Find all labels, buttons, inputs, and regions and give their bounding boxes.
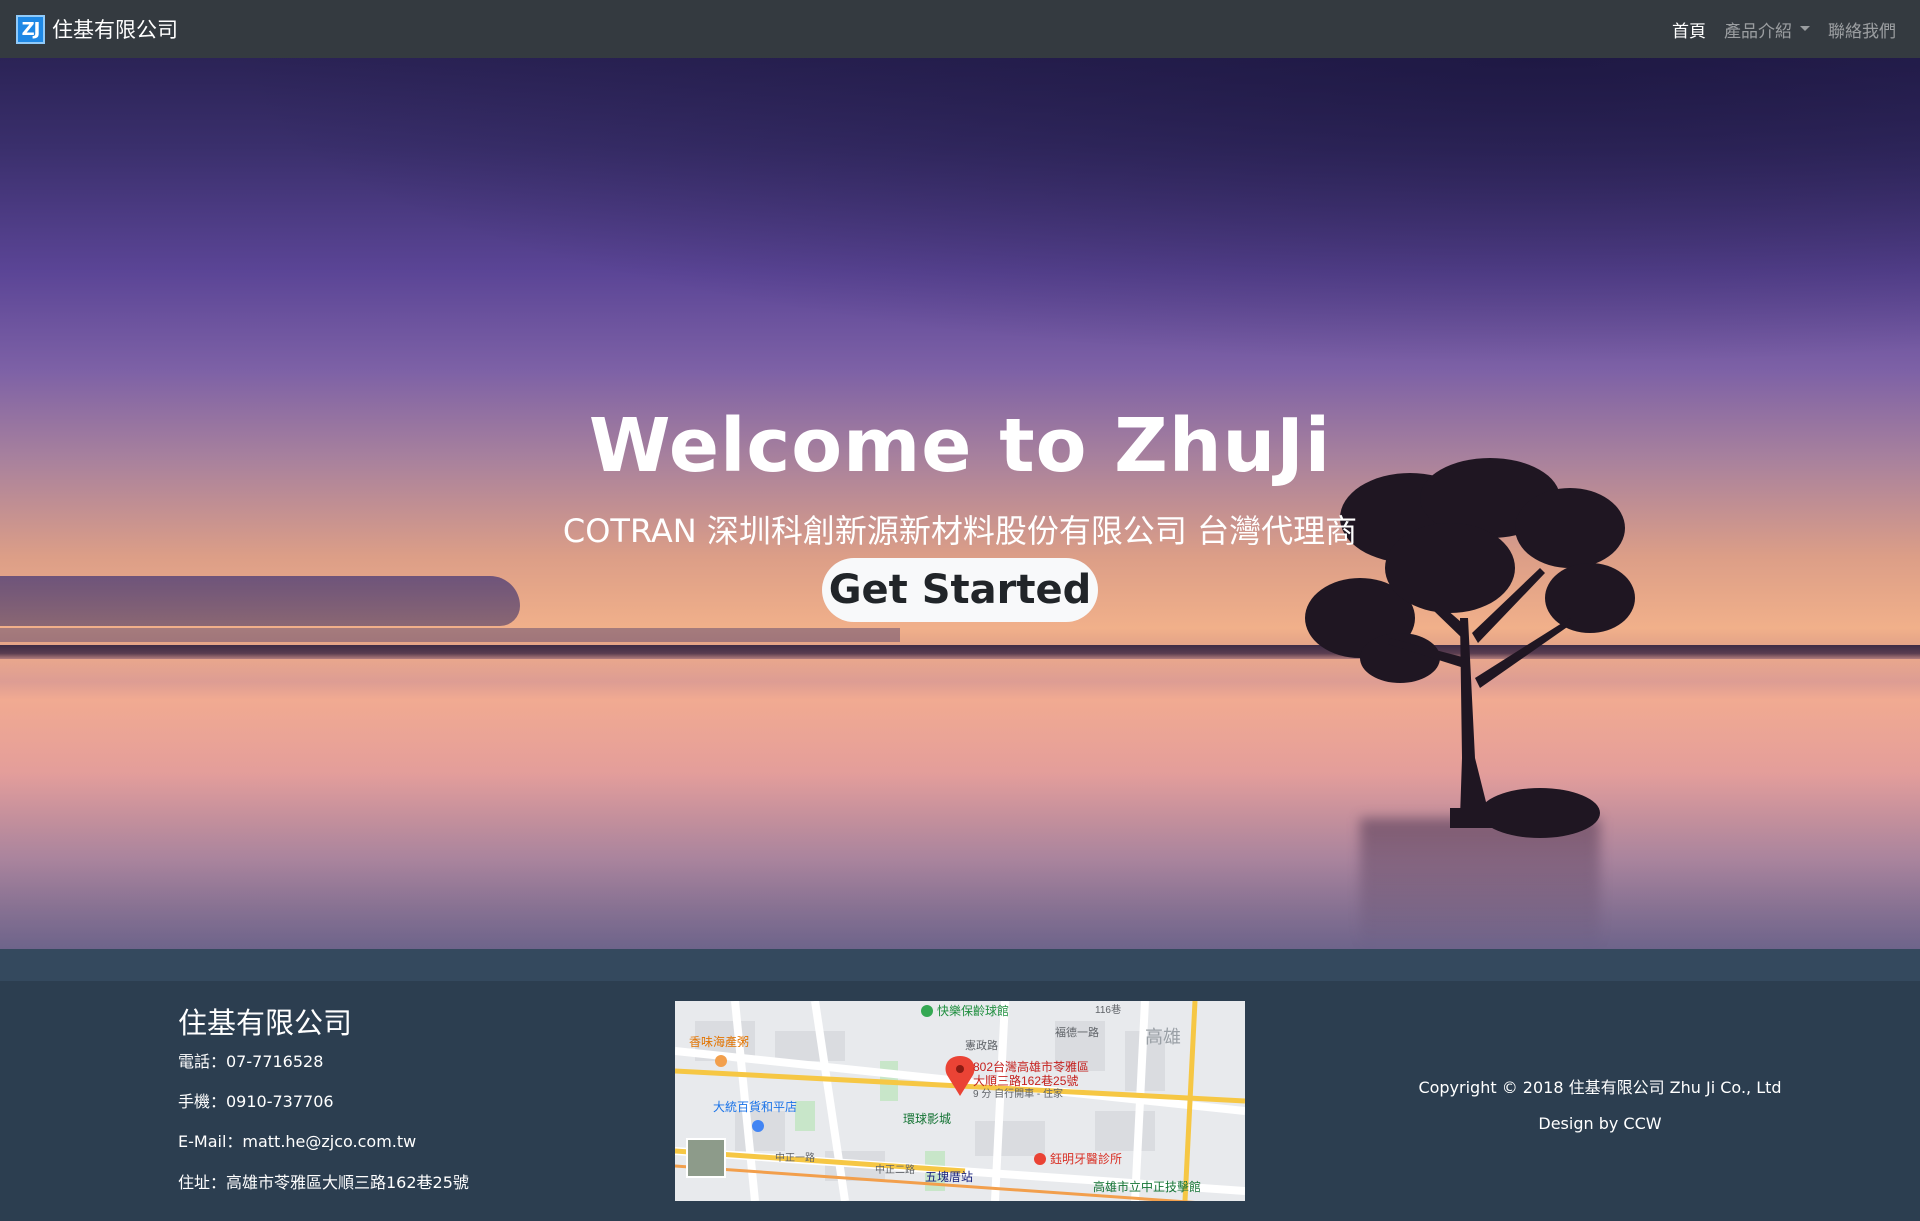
map-place-bowling: 快樂保齡球館: [937, 1003, 1009, 1018]
brand-logo-icon: ZJ: [16, 14, 45, 44]
map-canvas: 802台灣高雄市苓雅區 大順三路162巷25號 9 分 自行開車 - 住家 快樂…: [675, 1001, 1245, 1201]
nav-contact[interactable]: 聯絡我們: [1828, 17, 1896, 42]
footer-divider-band: [0, 949, 1920, 981]
map-road-1: 中正一路: [775, 1151, 815, 1164]
embedded-map[interactable]: 802台灣高雄市苓雅區 大順三路162巷25號 9 分 自行開車 - 住家 快樂…: [675, 1001, 1245, 1201]
map-place-kaohsiung: 高雄: [1145, 1027, 1181, 1047]
cloud-strip: [0, 628, 900, 642]
nav-products-dropdown[interactable]: 產品介紹: [1724, 17, 1810, 42]
nav-products-label: 產品介紹: [1724, 21, 1792, 42]
caret-down-icon: [1800, 25, 1810, 31]
nav-home[interactable]: 首頁: [1672, 17, 1706, 42]
map-place-dentist: 鈺明牙醫診所: [1050, 1151, 1122, 1166]
map-pin-sub: 9 分 自行開車 - 住家: [973, 1087, 1063, 1100]
map-place-station: 五塊厝站: [925, 1169, 973, 1184]
map-place-dept-store: 大統百貨和平店: [713, 1099, 797, 1114]
map-place-seafood: 香味海產粥: [689, 1034, 749, 1049]
hero-title: Welcome to ZhuJi: [588, 403, 1332, 489]
cloud-bank: [0, 576, 520, 626]
hero-section: Welcome to ZhuJi COTRAN 深圳科創新源新材料股份有限公司 …: [0, 58, 1920, 949]
map-road-3: 褔德一路: [1055, 1025, 1099, 1039]
brand-link[interactable]: ZJ 住基有限公司: [16, 14, 178, 44]
map-road-5: 116巷: [1095, 1004, 1121, 1016]
footer-company-name: 住基有限公司: [178, 1006, 353, 1040]
footer-mobile: 手機：0910-737706: [178, 1092, 334, 1111]
map-pin-label-1: 802台灣高雄市苓雅區: [973, 1059, 1089, 1074]
footer-design-credit: Design by CCW: [1538, 1114, 1662, 1133]
footer-address: 住址：高雄市苓雅區大順三路162巷25號: [178, 1173, 469, 1192]
hero-subtitle: COTRAN 深圳科創新源新材料股份有限公司 台灣代理商: [562, 512, 1358, 550]
nav-links: 首頁 產品介紹 聯絡我們: [1654, 0, 1896, 58]
satellite-toggle-icon: [686, 1138, 726, 1178]
map-road-4: 憲政路: [965, 1038, 998, 1052]
map-road-2: 中正二路: [875, 1163, 915, 1176]
footer-email: E-Mail：matt.he@zjco.com.tw: [178, 1132, 417, 1151]
map-place-gym: 高雄市立中正技擊館: [1093, 1179, 1201, 1194]
footer-phone: 電話：07-7716528: [178, 1052, 324, 1071]
brand-name: 住基有限公司: [52, 18, 178, 42]
footer: 住基有限公司 電話：07-7716528 手機：0910-737706 E-Ma…: [0, 981, 1920, 1221]
map-pin-label-2: 大順三路162巷25號: [973, 1073, 1078, 1088]
navbar: ZJ 住基有限公司 首頁 產品介紹 聯絡我們: [0, 0, 1920, 58]
sky-shade: [0, 58, 1920, 418]
footer-copyright: Copyright © 2018 住基有限公司 Zhu Ji Co., Ltd: [1418, 1078, 1782, 1097]
get-started-button[interactable]: Get Started: [822, 558, 1098, 622]
map-place-cinema: 環球影城: [903, 1112, 951, 1126]
